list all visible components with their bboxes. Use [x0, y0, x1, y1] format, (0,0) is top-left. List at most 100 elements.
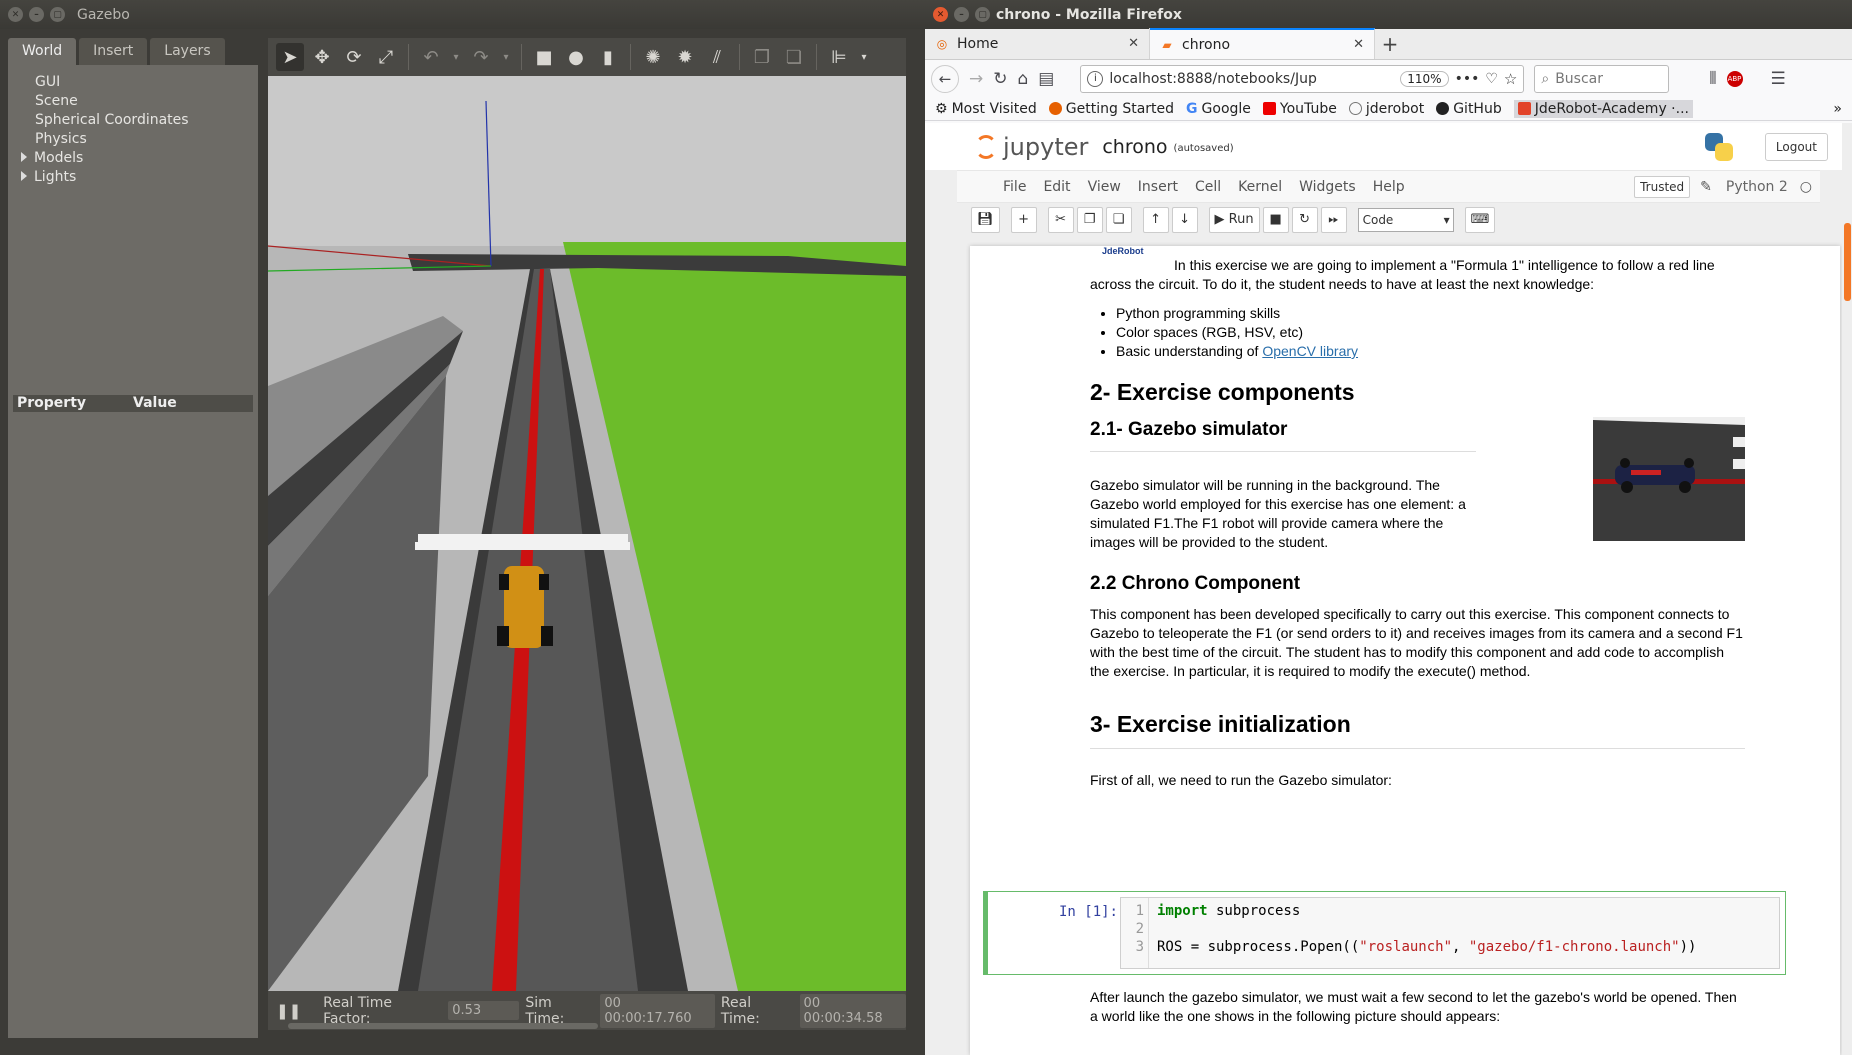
pocket-icon[interactable]: ♡ [1485, 71, 1498, 87]
maximize-icon[interactable]: ▢ [975, 7, 990, 22]
adblock-icon[interactable]: ABP [1726, 70, 1743, 87]
close-icon[interactable]: ✕ [8, 7, 23, 22]
jupyter-logo[interactable]: jupyter [975, 133, 1088, 161]
url-bar[interactable]: i localhost:8888/notebooks/Jup 110% ••• … [1080, 64, 1525, 93]
redo-icon[interactable]: ↷ [467, 43, 495, 71]
scale-mode-icon[interactable]: ⤢ [372, 43, 400, 71]
tree-item-lights[interactable]: Lights [21, 168, 258, 187]
opencv-link[interactable]: OpenCV library [1262, 343, 1358, 359]
expand-arrow-icon[interactable] [21, 171, 27, 181]
bookmark-getting-started[interactable]: Getting Started [1048, 101, 1174, 117]
box-shape-icon[interactable]: ■ [530, 43, 558, 71]
horizontal-scrollbar[interactable] [288, 1023, 598, 1029]
run-button[interactable]: ▶︎ Run [1208, 206, 1260, 233]
value-column-header[interactable]: Value [133, 395, 177, 412]
bookmark-youtube[interactable]: YouTube [1262, 101, 1337, 117]
edit-pencil-icon[interactable]: ✎ [1700, 179, 1712, 195]
point-light-icon[interactable]: ✺ [639, 43, 667, 71]
close-tab-icon[interactable]: ✕ [1353, 37, 1364, 52]
property-column-header[interactable]: Property [13, 395, 133, 412]
page-actions-icon[interactable]: ••• [1455, 71, 1480, 87]
tree-item-gui[interactable]: GUI [35, 73, 258, 92]
align-dropdown-icon[interactable]: ▾ [857, 43, 871, 71]
bookmark-google[interactable]: G Google [1186, 101, 1251, 117]
tree-item-models[interactable]: Models [21, 149, 258, 168]
3d-scene[interactable] [268, 76, 906, 991]
maximize-icon[interactable]: ▢ [50, 7, 65, 22]
align-icon[interactable]: ⊫ [825, 43, 853, 71]
move-down-icon[interactable]: ↓ [1171, 206, 1198, 233]
tab-world[interactable]: World [8, 38, 77, 65]
code-text[interactable]: import subprocess ROS = subprocess.Popen… [1157, 902, 1696, 956]
bookmark-github[interactable]: GitHub [1436, 101, 1502, 117]
undo-dropdown-icon[interactable]: ▾ [449, 43, 463, 71]
info-icon[interactable]: i [1087, 70, 1104, 87]
keyboard-icon[interactable]: ⌨ [1464, 206, 1496, 233]
code-cell[interactable]: In [1]: 1 2 3 import subprocess ROS = su… [983, 891, 1786, 975]
menu-view[interactable]: View [1088, 179, 1121, 195]
logout-button[interactable]: Logout [1764, 132, 1828, 161]
bookmark-most-visited[interactable]: ⚙ Most Visited [935, 101, 1037, 117]
back-icon[interactable]: ← [931, 64, 959, 93]
add-cell-icon[interactable]: + [1010, 206, 1037, 233]
minimize-icon[interactable]: – [954, 7, 969, 22]
cut-icon[interactable]: ✂ [1047, 206, 1074, 233]
bookmark-jderobot-academy[interactable]: JdeRobot-Academy ·... [1513, 99, 1693, 118]
code-editor[interactable]: 1 2 3 import subprocess ROS = subprocess… [1120, 897, 1780, 969]
spot-light-icon[interactable]: ✹ [671, 43, 699, 71]
copy-icon[interactable]: ❐ [1076, 206, 1103, 233]
move-up-icon[interactable]: ↑ [1142, 206, 1169, 233]
tree-item-spherical-coordinates[interactable]: Spherical Coordinates [35, 111, 258, 130]
select-mode-icon[interactable]: ➤ [276, 43, 304, 71]
forward-icon[interactable]: → [969, 69, 983, 89]
zoom-level[interactable]: 110% [1400, 70, 1449, 87]
directional-light-icon[interactable]: ⫽ [703, 43, 731, 71]
tree-item-physics[interactable]: Physics [35, 130, 258, 149]
tab-chrono[interactable]: ▰ chrono ✕ [1150, 28, 1375, 59]
sidebar-icon[interactable]: ▤ [1038, 69, 1054, 89]
home-icon[interactable]: ⌂ [1018, 69, 1029, 89]
menu-cell[interactable]: Cell [1195, 179, 1221, 195]
cell-type-select[interactable]: Code ▾ [1357, 207, 1454, 232]
menu-kernel[interactable]: Kernel [1238, 179, 1282, 195]
stop-icon[interactable]: ■ [1262, 206, 1289, 233]
bookmark-star-icon[interactable]: ☆ [1504, 70, 1517, 88]
menu-edit[interactable]: Edit [1043, 179, 1070, 195]
library-icon[interactable]: ⫴ [1709, 69, 1716, 89]
undo-icon[interactable]: ↶ [417, 43, 445, 71]
url-text[interactable]: localhost:8888/notebooks/Jup [1109, 71, 1316, 87]
tree-item-scene[interactable]: Scene [35, 92, 258, 111]
save-icon[interactable]: 💾︎ [971, 206, 1000, 233]
menu-insert[interactable]: Insert [1138, 179, 1178, 195]
minimize-icon[interactable]: – [29, 7, 44, 22]
tab-insert[interactable]: Insert [79, 38, 148, 65]
menu-icon[interactable]: ☰ [1771, 69, 1786, 89]
overflow-chevron-icon[interactable]: » [1833, 101, 1842, 117]
tab-home[interactable]: ◎ Home ✕ [925, 28, 1150, 59]
cylinder-shape-icon[interactable]: ▮ [594, 43, 622, 71]
trusted-badge[interactable]: Trusted [1634, 175, 1691, 198]
search-input[interactable]: ⌕ Buscar [1534, 64, 1670, 93]
restart-icon[interactable]: ↻ [1291, 206, 1318, 233]
pause-icon[interactable]: ❚❚ [276, 1002, 301, 1020]
close-icon[interactable]: ✕ [933, 7, 948, 22]
bookmark-jderobot[interactable]: jderobot [1348, 101, 1424, 117]
menu-help[interactable]: Help [1373, 179, 1405, 195]
rotate-mode-icon[interactable]: ⟳ [340, 43, 368, 71]
new-tab-icon[interactable]: + [1375, 32, 1405, 56]
menu-widgets[interactable]: Widgets [1299, 179, 1356, 195]
paste-icon[interactable]: ❏ [780, 43, 808, 71]
paste-icon[interactable]: ❏ [1105, 206, 1132, 233]
expand-arrow-icon[interactable] [21, 152, 27, 162]
reload-icon[interactable]: ↻ [993, 69, 1007, 89]
tab-layers[interactable]: Layers [150, 38, 225, 65]
copy-icon[interactable]: ❐ [748, 43, 776, 71]
sphere-shape-icon[interactable]: ● [562, 43, 590, 71]
close-tab-icon[interactable]: ✕ [1128, 36, 1139, 51]
notebook-name[interactable]: chrono [1102, 136, 1167, 158]
scrollbar-thumb[interactable] [1844, 223, 1851, 301]
fast-forward-icon[interactable]: ⏩︎ [1320, 206, 1347, 233]
redo-dropdown-icon[interactable]: ▾ [499, 43, 513, 71]
translate-mode-icon[interactable]: ✥ [308, 43, 336, 71]
page-scrollbar[interactable] [1842, 123, 1852, 1055]
